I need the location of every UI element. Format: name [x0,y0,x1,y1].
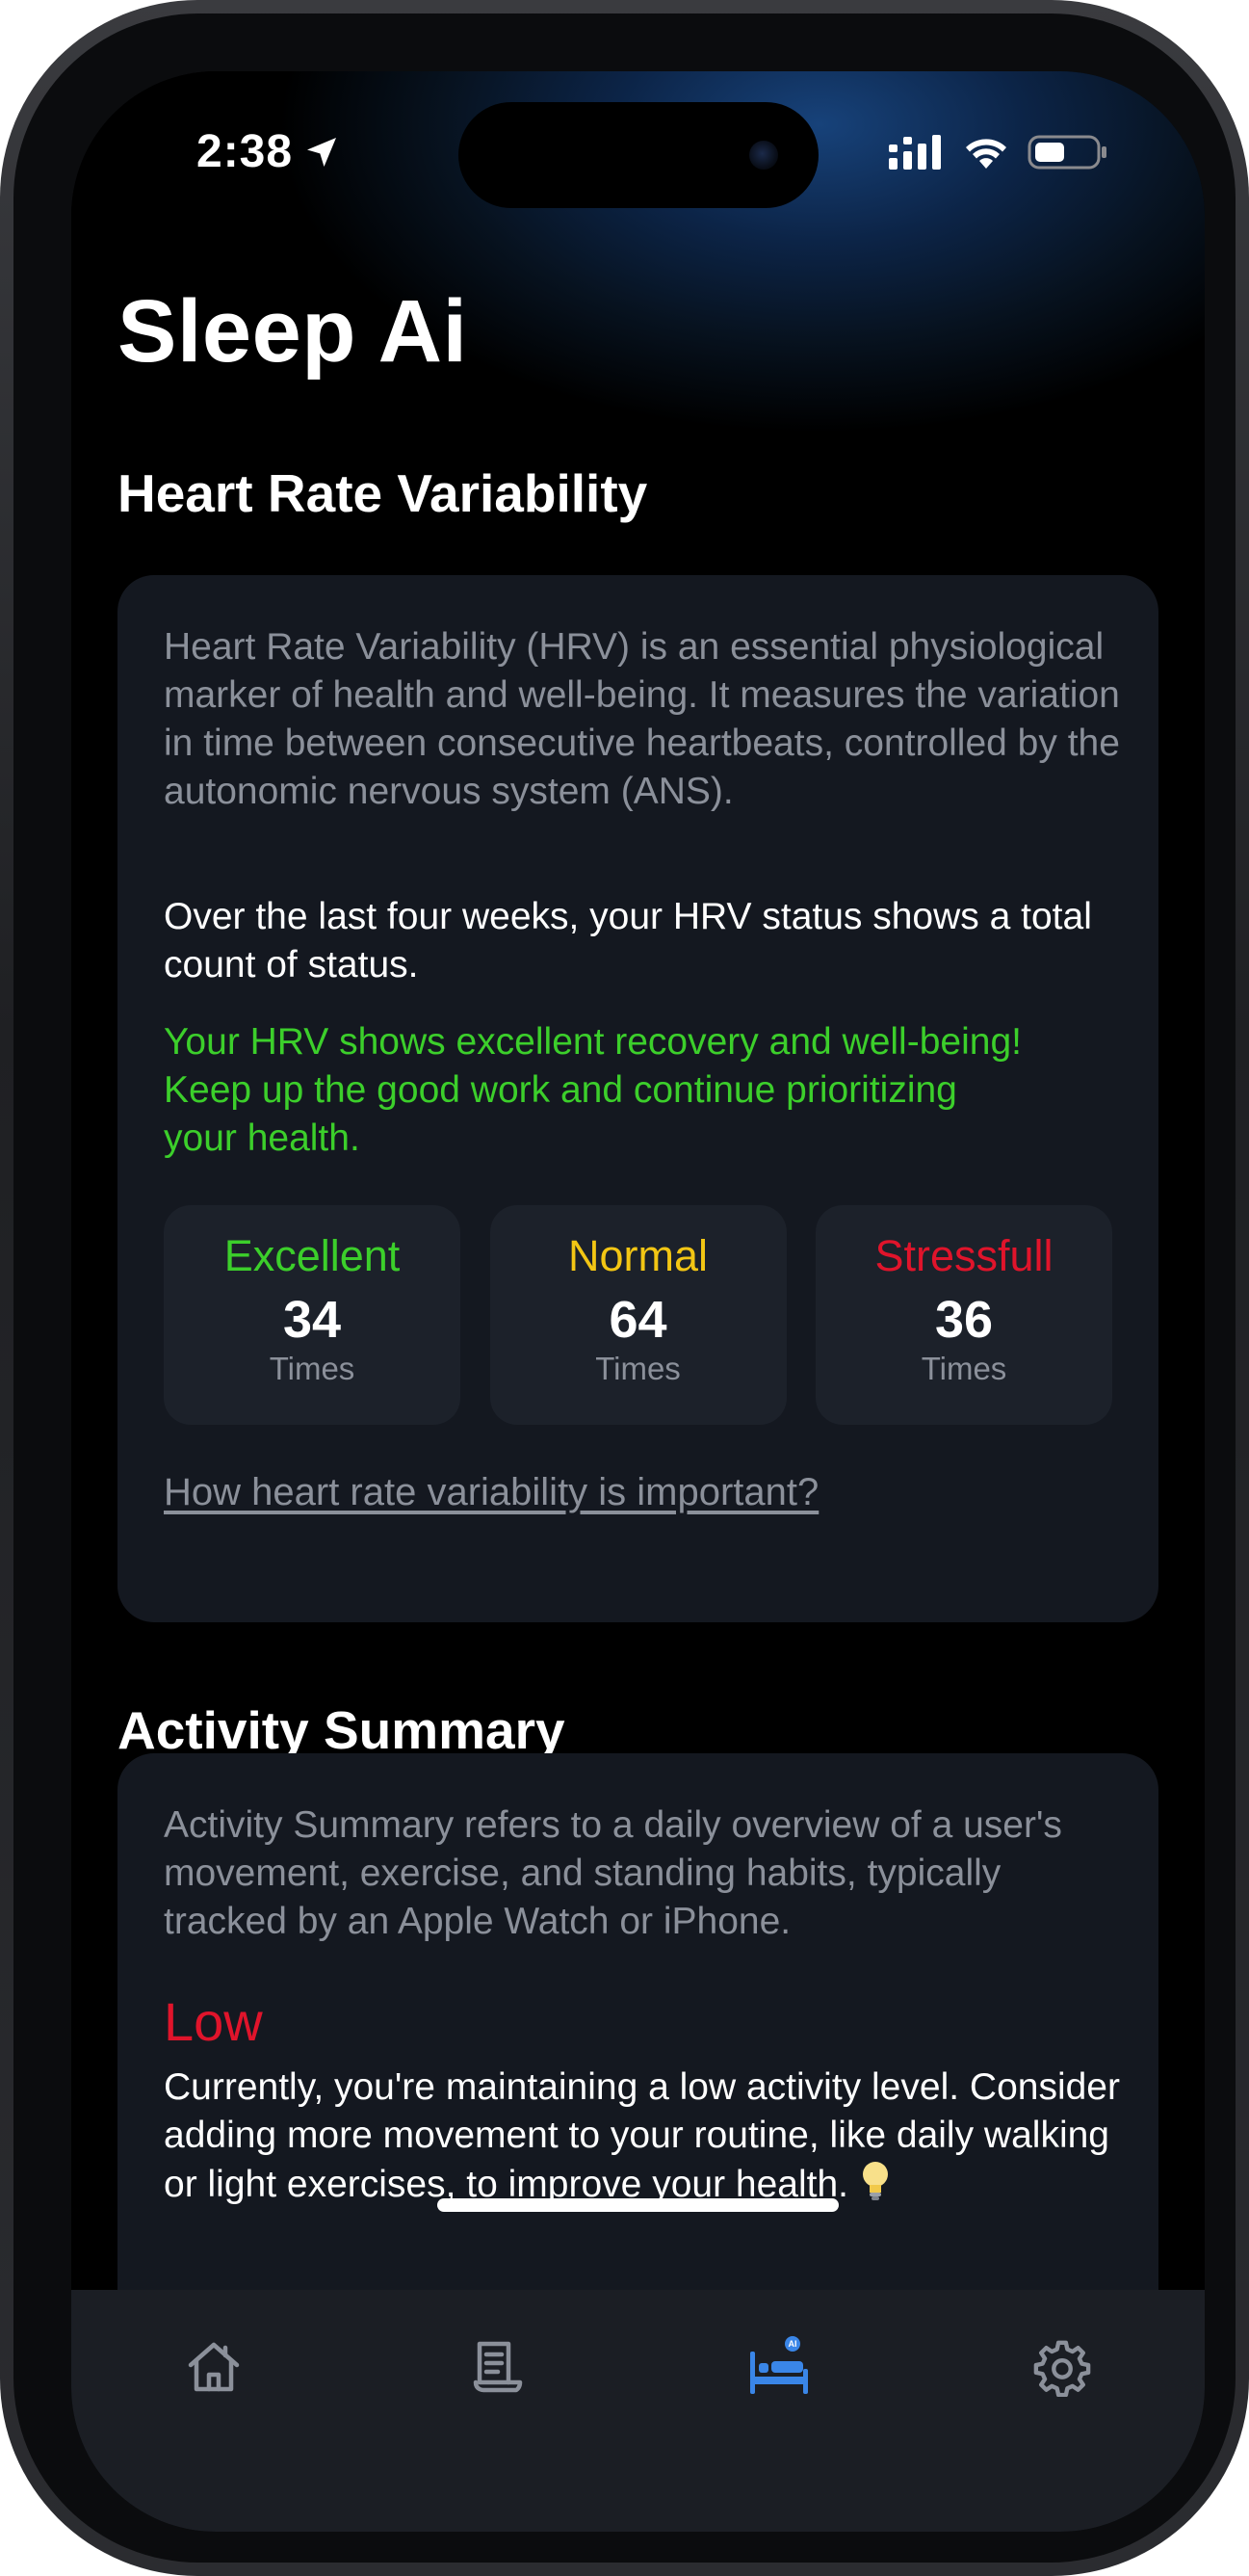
status-bar-time: 2:38 [196,125,341,178]
screen: 2:38 Sleep Ai Heart Rate Variability Hea… [71,71,1205,2532]
activity-section-title: Activity Summary [117,1700,565,1760]
report-icon [473,2341,523,2393]
status-bar-indicators [887,133,1108,171]
dynamic-island [458,102,819,208]
hrv-description: Heart Rate Variability (HRV) is an essen… [164,626,1120,812]
phone-frame: 2:38 Sleep Ai Heart Rate Variability Hea… [0,0,1249,2576]
stat-label: Stressfull [874,1231,1054,1280]
activity-advice-text: Currently, you're maintaining a low acti… [164,2066,1120,2205]
svg-text:AI: AI [789,2339,797,2349]
tab-settings[interactable] [1024,2328,1101,2405]
tab-home[interactable] [175,2328,252,2405]
lightbulb-icon [862,2162,888,2200]
home-icon [188,2342,240,2392]
stat-label: Excellent [223,1231,401,1280]
wifi-icon [966,139,1006,169]
phone-bezel: 2:38 Sleep Ai Heart Rate Variability Hea… [13,13,1236,2563]
app-title: Sleep Ai [117,282,468,381]
stat-label: Normal [567,1231,709,1280]
sleep-ai-bed-icon: AI [750,2336,808,2394]
front-camera [749,141,778,170]
tab-sleep-ai[interactable]: AI [741,2328,818,2405]
stat-card-stressfull: Stressfull 36 Times [816,1205,1112,1425]
tab-bar: AI [71,2290,1205,2532]
stat-value: 64 [609,1291,667,1349]
battery-icon [1028,135,1106,170]
hrv-summary: Over the last four weeks, your HRV statu… [164,896,1092,986]
location-arrow-icon [307,137,337,167]
hrv-feedback: Your HRV shows excellent recovery and we… [164,1021,1022,1159]
stat-value: 36 [934,1291,994,1349]
gear-icon [1033,2340,1091,2397]
stat-card-excellent: Excellent 34 Times [164,1205,460,1425]
status-time-text: 2:38 [196,126,294,177]
hrv-stats-row: Excellent 34 Times Normal 64 Times Stres… [164,1205,1112,1425]
stat-unit: Times [269,1351,355,1386]
cellular-signal-icon [889,135,941,170]
activity-description: Activity Summary refers to a daily overv… [164,1804,1062,1942]
stat-unit: Times [595,1351,681,1386]
activity-level: Low [164,1991,263,2052]
tab-report[interactable] [458,2328,535,2405]
stat-unit: Times [921,1351,1007,1386]
hrv-section-title: Heart Rate Variability [117,463,648,523]
hrv-info-link[interactable]: How heart rate variability is important? [164,1471,819,1514]
stat-value: 34 [282,1291,342,1349]
stat-card-normal: Normal 64 Times [489,1205,787,1425]
activity-advice: Currently, you're maintaining a low acti… [164,2063,1127,2209]
hrv-card: Heart Rate Variability (HRV) is an essen… [117,575,1158,1622]
home-indicator[interactable] [437,2198,839,2212]
